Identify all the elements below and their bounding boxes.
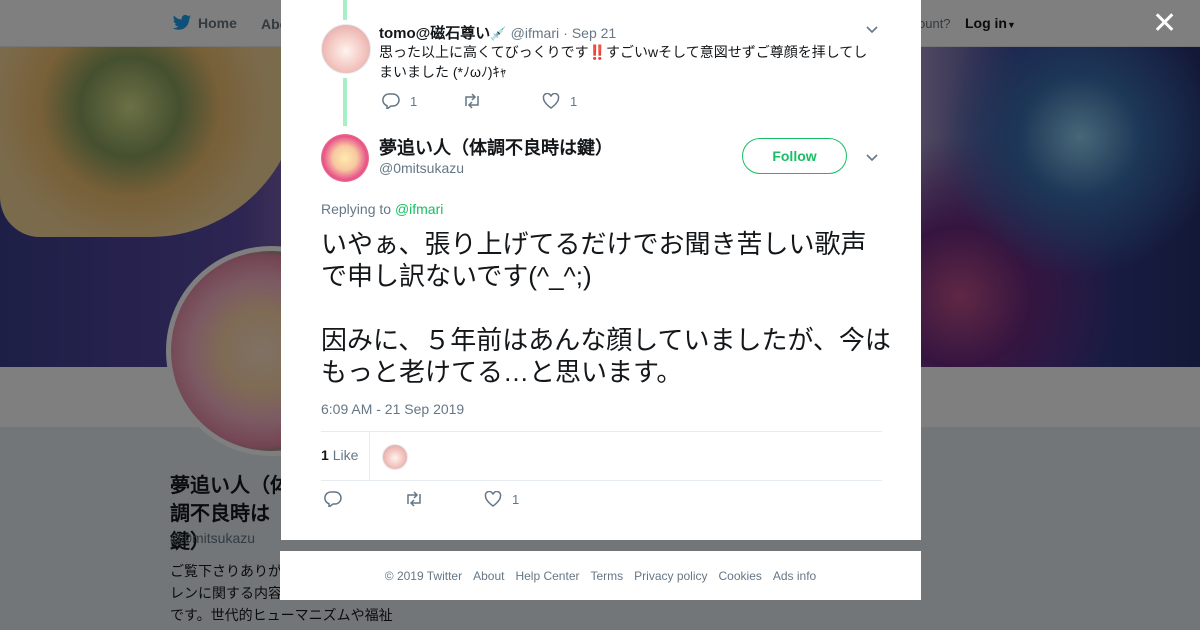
footer-link-help-center[interactable]: Help Center [515,569,579,583]
reply-author-handle[interactable]: @ifmari [511,25,559,41]
reply-date[interactable]: Sep 21 [572,25,616,41]
chevron-down-icon[interactable] [865,22,879,36]
likes-stat[interactable]: 1 Like [321,447,358,463]
like-count: 1 [512,491,520,507]
footer-copyright: © 2019 Twitter [384,568,463,583]
footer-link-privacy[interactable]: Privacy policy [634,569,707,583]
tweet-modal: tomo@磁石尊い💉 @ifmari · Sep 21 思った以上に高くてびっく… [281,0,921,540]
like-button[interactable]: 1 [542,93,577,109]
heart-icon [542,93,560,109]
chevron-down-icon[interactable] [865,150,879,164]
reply-author-name[interactable]: tomo@磁石尊い [379,25,490,42]
thread-line-top [343,0,347,20]
modal-footer: © 2019 Twitter About Help Center Terms P… [280,551,921,600]
reply-button[interactable] [324,491,404,507]
follow-button[interactable]: Follow [742,138,847,174]
heart-icon [484,491,502,507]
reply-header: tomo@磁石尊い💉 @ifmari · Sep 21 [379,25,617,42]
like-button[interactable]: 1 [484,491,519,507]
main-actions: 1 [324,491,519,507]
reply-count: 1 [410,93,418,109]
close-icon[interactable]: ✕ [1152,8,1177,40]
reply-icon [382,93,400,109]
replying-to: Replying to @ifmari [321,201,443,217]
footer-link-terms[interactable]: Terms [590,569,623,583]
liker-avatar[interactable] [382,444,408,470]
main-avatar[interactable] [321,134,369,182]
reply-author-emoji: 💉 [490,26,507,41]
like-count: 1 [570,93,578,109]
reply-icon [324,491,342,507]
reply-avatar[interactable] [321,24,371,74]
thread-line-bottom [343,78,347,126]
retweet-icon [465,93,479,109]
likes-label: Like [332,447,359,463]
footer-link-about[interactable]: About [473,569,504,583]
retweet-icon [407,491,421,507]
retweet-button[interactable] [462,93,542,109]
likes-count: 1 [321,447,329,463]
footer-link-cookies[interactable]: Cookies [719,569,762,583]
main-author-handle[interactable]: @0mitsukazu [379,160,464,176]
footer-link-ads-info[interactable]: Ads info [773,569,816,583]
replying-handle-link[interactable]: @ifmari [395,201,443,217]
main-tweet-text: いやぁ、張り上げてるだけでお聞き苦しい歌声で申し訳ないです(^_^;) 因みに、… [321,229,891,387]
reply-tweet-text: 思った以上に高くてびっくりです‼️すごいwそして意図せずご尊顔を拝してしまいまし… [379,44,868,80]
retweet-button[interactable] [404,491,484,507]
main-author-name[interactable]: 夢追い人（体調不良時は鍵） [379,134,613,160]
reply-actions: 1 1 [382,93,577,109]
reply-button[interactable]: 1 [382,93,462,109]
tweet-timestamp[interactable]: 6:09 AM - 21 Sep 2019 [321,401,464,417]
replying-prefix: Replying to [321,201,392,217]
tweet-stats: 1 Like [321,431,882,481]
stats-divider [369,432,370,480]
